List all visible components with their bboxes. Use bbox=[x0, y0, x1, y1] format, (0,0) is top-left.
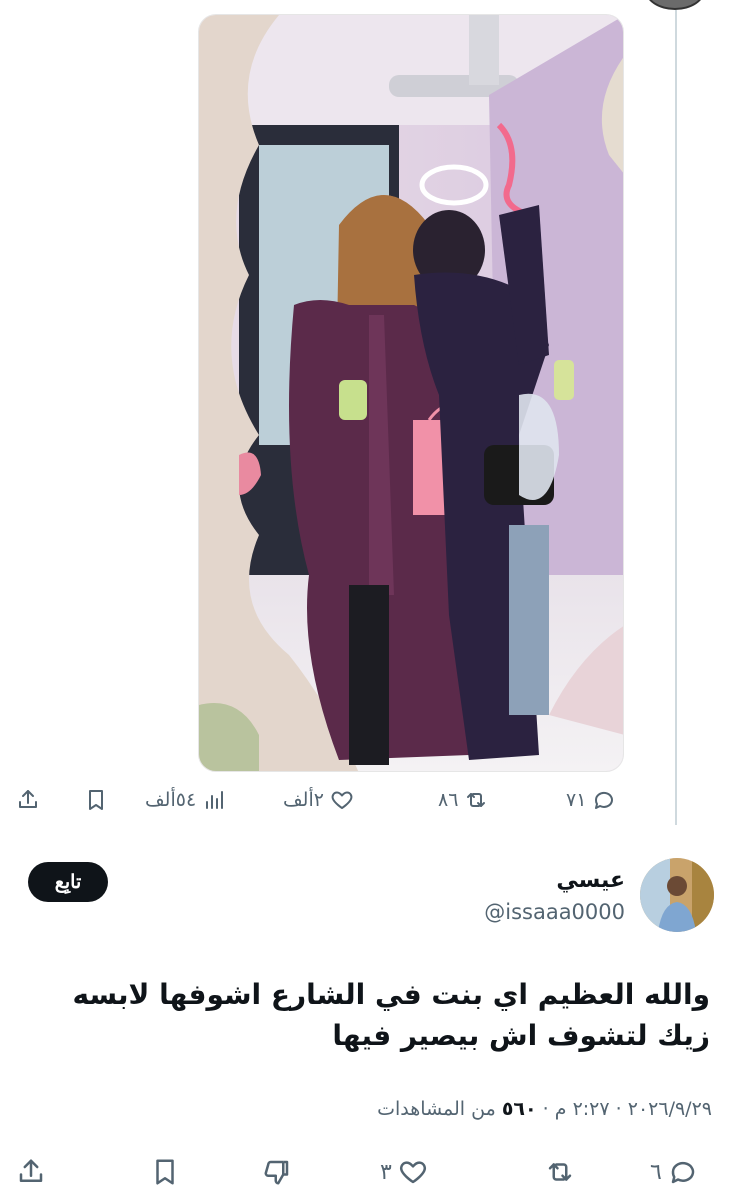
tweet-views-label: من المشاهدات bbox=[377, 1098, 496, 1120]
share-icon bbox=[19, 1159, 43, 1182]
share-button[interactable] bbox=[16, 780, 40, 820]
heart-icon bbox=[399, 1161, 426, 1184]
like-button[interactable]: ٣ bbox=[380, 1152, 428, 1192]
heart-icon bbox=[331, 791, 353, 809]
follow-button[interactable]: تابِع bbox=[28, 862, 108, 902]
tweet-time[interactable]: ٢:٢٧ م bbox=[555, 1098, 610, 1120]
likes-count: ٢ألف bbox=[283, 789, 324, 811]
retweet-button[interactable] bbox=[545, 1152, 575, 1192]
tweet-views-count: ٥٦٠ bbox=[501, 1098, 537, 1120]
tweet-photo[interactable] bbox=[198, 14, 624, 772]
meta-separator: · bbox=[609, 1098, 622, 1120]
views-icon bbox=[206, 791, 224, 809]
tweet-text: والله العظيم اي بنت في الشارع اشوفها لاب… bbox=[72, 978, 710, 1052]
tweet-action-bar: ٥٤ألف ٢ألف ٨٦ ٧١ bbox=[0, 780, 730, 820]
bookmark-button[interactable] bbox=[150, 1152, 180, 1192]
reply-action-bar: ٣ ٦ bbox=[0, 1152, 730, 1196]
tweet-date[interactable]: ٢٠٢٦/٩/٢٩ bbox=[628, 1098, 712, 1120]
bookmark-icon bbox=[89, 790, 103, 810]
meta-separator: · bbox=[536, 1098, 549, 1120]
thread-line bbox=[675, 10, 677, 825]
retweet-button[interactable]: ٨٦ bbox=[438, 780, 488, 820]
retweets-count: ٨٦ bbox=[438, 789, 459, 811]
share-icon bbox=[19, 790, 37, 808]
user-handle[interactable]: @issaaa0000 bbox=[484, 900, 625, 924]
tweet-meta: ٢٠٢٦/٩/٢٩ · ٢:٢٧ م · ٥٦٠ من المشاهدات bbox=[377, 1098, 712, 1120]
replies-count: ٦ bbox=[650, 1159, 662, 1185]
avatar-photo bbox=[640, 858, 714, 932]
dislike-button[interactable] bbox=[262, 1152, 292, 1192]
bookmark-icon bbox=[156, 1159, 174, 1185]
avatar[interactable] bbox=[640, 858, 714, 932]
reply-icon bbox=[671, 1161, 695, 1184]
bookmark-button[interactable] bbox=[84, 780, 108, 820]
views-count: ٥٤ألف bbox=[145, 789, 197, 811]
previous-avatar[interactable] bbox=[645, 0, 705, 10]
reply-button[interactable]: ٧١ bbox=[566, 780, 616, 820]
reply-icon bbox=[595, 791, 614, 809]
views-button[interactable]: ٥٤ألف bbox=[145, 780, 226, 820]
share-button[interactable] bbox=[16, 1152, 46, 1192]
replies-count: ٧١ bbox=[566, 789, 587, 811]
retweet-icon bbox=[467, 793, 486, 807]
like-button[interactable]: ٢ألف bbox=[283, 780, 354, 820]
likes-count: ٣ bbox=[380, 1159, 392, 1185]
display-name[interactable]: عيسي bbox=[556, 868, 625, 893]
photo-illustration bbox=[199, 15, 623, 771]
reply-button[interactable]: ٦ bbox=[650, 1152, 698, 1192]
thumbs-down-icon bbox=[264, 1160, 289, 1185]
retweet-icon bbox=[548, 1163, 572, 1181]
